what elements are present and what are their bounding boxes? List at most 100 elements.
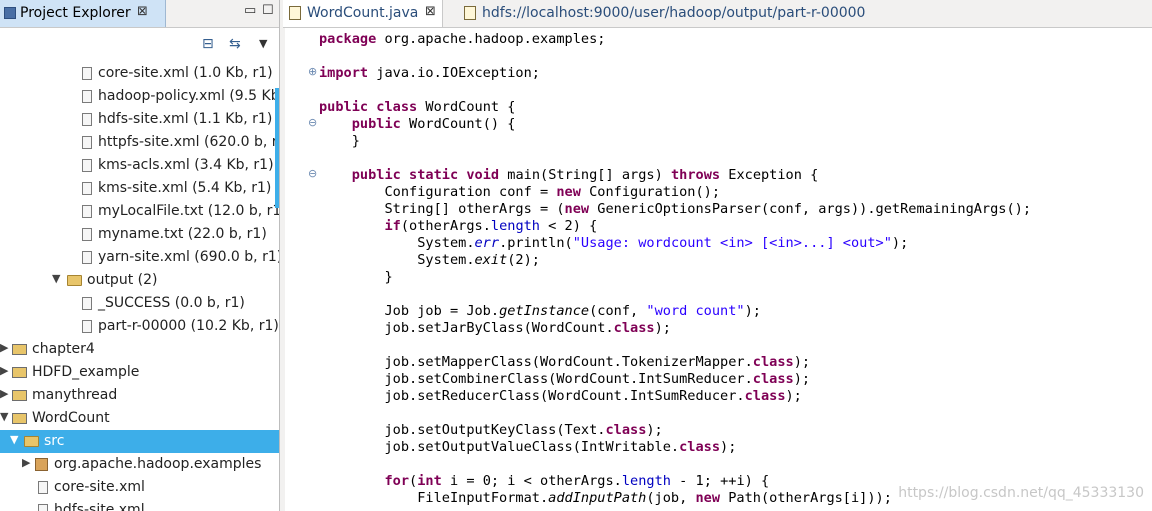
file-icon xyxy=(38,481,48,494)
project-icon xyxy=(12,390,27,401)
chevron-down-icon[interactable]: ▼ xyxy=(52,272,60,285)
project-icon xyxy=(12,413,27,424)
file-icon xyxy=(82,205,92,218)
code-line[interactable]: public WordCount() { xyxy=(319,116,516,133)
tree-item[interactable]: ▶ manythread xyxy=(0,384,279,407)
explorer-scrollbar[interactable] xyxy=(275,88,279,208)
code-line[interactable]: job.setReducerClass(WordCount.IntSumRedu… xyxy=(319,388,801,405)
chevron-down-icon[interactable]: ▼ xyxy=(0,410,8,423)
tree-item[interactable]: _SUCCESS (0.0 b, r1) xyxy=(0,292,279,315)
file-icon xyxy=(464,6,476,20)
tree-item[interactable]: ▼ src xyxy=(0,430,279,453)
tree-item[interactable]: myLocalFile.txt (12.0 b, r1) xyxy=(0,200,279,223)
view-menu-icon[interactable]: ▼ xyxy=(259,37,267,50)
tree-item[interactable]: httpfs-site.xml (620.0 b, r1 xyxy=(0,131,279,154)
tree-item-label: hadoop-policy.xml (9.5 Kb, xyxy=(98,88,280,104)
collapse-icon[interactable]: ⊖ xyxy=(308,116,317,129)
tree-item-label: _SUCCESS (0.0 b, r1) xyxy=(98,295,245,311)
code-line[interactable]: Job job = Job.getInstance(conf, "word co… xyxy=(319,303,761,320)
file-icon xyxy=(82,113,92,126)
tree-item[interactable]: kms-acls.xml (3.4 Kb, r1) xyxy=(0,154,279,177)
project-icon xyxy=(12,344,27,355)
tree-item[interactable]: myname.txt (22.0 b, r1) xyxy=(0,223,279,246)
minimize-icon[interactable]: ▭ xyxy=(244,3,256,18)
code-line[interactable]: package org.apache.hadoop.examples; xyxy=(319,31,605,48)
code-line[interactable]: import java.io.IOException; xyxy=(319,65,540,82)
tab-project-explorer[interactable]: Project Explorer ⊠ xyxy=(0,0,166,27)
code-line[interactable]: public class WordCount { xyxy=(319,99,515,116)
tree-item-label: src xyxy=(44,433,65,449)
file-icon xyxy=(82,90,92,103)
tree-item[interactable]: yarn-site.xml (690.0 b, r1) xyxy=(0,246,279,269)
tree-item-label: WordCount xyxy=(32,410,110,426)
tree-item[interactable]: kms-site.xml (5.4 Kb, r1) xyxy=(0,177,279,200)
tab-label: hdfs://localhost:9000/user/hadoop/output… xyxy=(482,5,866,21)
code-line[interactable]: for(int i = 0; i < otherArgs.length - 1;… xyxy=(319,473,769,490)
tree-item-label: kms-site.xml (5.4 Kb, r1) xyxy=(98,180,272,196)
tab-title: Project Explorer xyxy=(20,5,131,21)
chevron-right-icon[interactable]: ▶ xyxy=(0,387,8,400)
close-icon[interactable]: ⊠ xyxy=(137,4,148,19)
close-icon[interactable]: ⊠ xyxy=(425,4,436,19)
editor-ruler: ⊕ ⊖ ⊖ xyxy=(285,28,319,511)
tree-item[interactable]: hadoop-policy.xml (9.5 Kb, xyxy=(0,85,279,108)
link-with-editor-icon[interactable]: ⇆ xyxy=(229,36,241,52)
code-line[interactable]: Configuration conf = new Configuration()… xyxy=(319,184,720,201)
expand-import-icon[interactable]: ⊕ xyxy=(308,65,317,78)
code-line[interactable]: job.setJarByClass(WordCount.class); xyxy=(319,320,670,337)
code-line[interactable]: } xyxy=(319,133,360,150)
tree-item[interactable]: ▼ WordCount xyxy=(0,407,279,430)
file-icon xyxy=(82,228,92,241)
code-line[interactable]: job.setCombinerClass(WordCount.IntSumRed… xyxy=(319,371,810,388)
code-line[interactable]: job.setOutputKeyClass(Text.class); xyxy=(319,422,662,439)
package-icon xyxy=(35,458,48,471)
tree-item-label: core-site.xml xyxy=(54,479,145,495)
code-line[interactable]: String[] otherArgs = (new GenericOptions… xyxy=(319,201,1031,218)
code-line[interactable]: job.setOutputValueClass(IntWritable.clas… xyxy=(319,439,736,456)
code-line[interactable]: FileInputFormat.addInputPath(job, new Pa… xyxy=(319,490,892,507)
folder-icon xyxy=(67,275,82,286)
tab-label: WordCount.java xyxy=(307,5,419,21)
watermark: https://blog.csdn.net/qq_45333130 xyxy=(898,485,1144,501)
tree-item-label: chapter4 xyxy=(32,341,95,357)
tree-item-label: yarn-site.xml (690.0 b, r1) xyxy=(98,249,280,265)
collapse-icon[interactable]: ⊖ xyxy=(308,167,317,180)
explorer-tabbar: Project Explorer ⊠ ▭ ☐ xyxy=(0,0,279,28)
code-line[interactable]: if(otherArgs.length < 2) { xyxy=(319,218,597,235)
code-line[interactable]: } xyxy=(319,269,392,286)
tree-item-label: HDFD_example xyxy=(32,364,140,380)
code-line[interactable]: System.err.println("Usage: wordcount <in… xyxy=(319,235,908,252)
tree-item[interactable]: ▼ output (2) xyxy=(0,269,279,292)
tree-item[interactable]: hdfs-site.xml (1.1 Kb, r1) xyxy=(0,108,279,131)
tree-item-label: part-r-00000 (10.2 Kb, r1) xyxy=(98,318,279,334)
explorer-toolbar: ⊟ ⇆ ▼ xyxy=(0,28,279,58)
tree-item[interactable]: core-site.xml (1.0 Kb, r1) xyxy=(0,62,279,85)
tree-item-label: myLocalFile.txt (12.0 b, r1) xyxy=(98,203,280,219)
chevron-right-icon[interactable]: ▶ xyxy=(0,364,8,377)
collapse-all-icon[interactable]: ⊟ xyxy=(202,36,214,52)
tree-item-label: core-site.xml (1.0 Kb, r1) xyxy=(98,65,273,81)
tree-item[interactable]: ▶ chapter4 xyxy=(0,338,279,361)
code-line[interactable]: public static void main(String[] args) t… xyxy=(319,167,819,184)
tab-part-r-00000[interactable]: hdfs://localhost:9000/user/hadoop/output… xyxy=(458,0,878,27)
tree-item[interactable]: core-site.xml xyxy=(0,476,279,499)
maximize-icon[interactable]: ☐ xyxy=(262,3,274,18)
chevron-down-icon[interactable]: ▼ xyxy=(10,433,18,446)
java-file-icon xyxy=(289,6,301,20)
file-icon xyxy=(38,504,48,511)
tree-item-label: output (2) xyxy=(87,272,158,288)
tree-item[interactable]: hdfs-site.xml xyxy=(0,499,279,511)
code-editor[interactable]: ⊕ ⊖ ⊖ package org.apache.hadoop.examples… xyxy=(285,28,1152,511)
code-line[interactable]: job.setMapperClass(WordCount.TokenizerMa… xyxy=(319,354,810,371)
tree-item-label: manythread xyxy=(32,387,118,403)
tree-item-label: hdfs-site.xml (1.1 Kb, r1) xyxy=(98,111,273,127)
chevron-right-icon[interactable]: ▶ xyxy=(0,341,8,354)
tab-wordcount-java[interactable]: WordCount.java ⊠ xyxy=(283,0,443,27)
tree-item[interactable]: ▶ HDFD_example xyxy=(0,361,279,384)
file-icon xyxy=(82,251,92,264)
code-line[interactable]: System.exit(2); xyxy=(319,252,540,269)
tree-item[interactable]: ▶ org.apache.hadoop.examples xyxy=(0,453,279,476)
chevron-right-icon[interactable]: ▶ xyxy=(22,456,30,469)
file-icon xyxy=(82,136,92,149)
tree-item[interactable]: part-r-00000 (10.2 Kb, r1) xyxy=(0,315,279,338)
